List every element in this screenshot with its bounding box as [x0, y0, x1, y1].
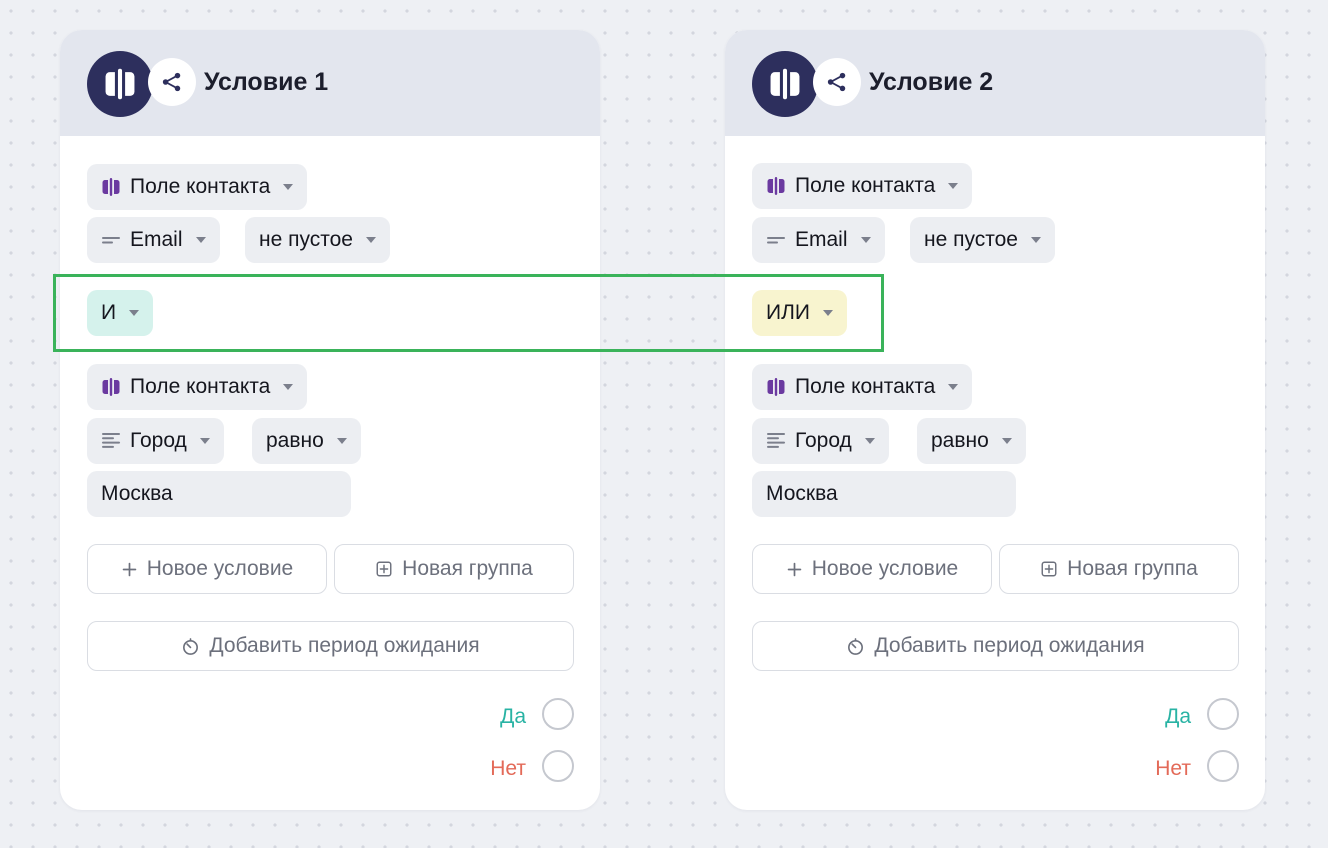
short-text-icon — [766, 230, 786, 250]
source-select[interactable]: Поле контакта — [87, 364, 308, 410]
field-select[interactable]: Город — [752, 418, 889, 464]
source-label: Поле контакта — [795, 174, 936, 197]
add-wait-label: Добавить период ожидания — [209, 634, 480, 657]
share-branch-icon — [148, 58, 196, 106]
chevron-down-icon — [1001, 438, 1012, 444]
chevron-down-icon — [822, 310, 833, 316]
plus-icon — [121, 561, 138, 578]
long-text-icon — [766, 431, 786, 451]
chevron-down-icon — [199, 438, 210, 444]
source-label: Поле контакта — [130, 375, 271, 398]
condition-node-card[interactable]: Условие 1 Поле контакта Email не пустое … — [60, 30, 600, 810]
add-wait-period-button[interactable]: Добавить период ожидания — [87, 621, 574, 671]
no-output-label: Нет — [1155, 757, 1191, 780]
new-condition-button[interactable]: Новое условие — [87, 544, 327, 594]
chevron-down-icon — [864, 438, 875, 444]
value-text: Москва — [766, 482, 838, 505]
card-header: Условие 1 — [60, 30, 600, 136]
operator-label: не пустое — [259, 228, 353, 251]
yes-output-label: Да — [500, 705, 526, 728]
yes-output-port[interactable] — [542, 698, 574, 730]
source-select[interactable]: Поле контакта — [87, 164, 308, 210]
new-group-label: Новая группа — [1067, 557, 1198, 580]
source-label: Поле контакта — [130, 175, 271, 198]
timer-icon — [181, 637, 200, 656]
value-input[interactable]: Москва — [752, 471, 1016, 517]
operator-select[interactable]: не пустое — [245, 217, 390, 263]
chevron-down-icon — [948, 384, 959, 390]
contact-field-icon — [101, 177, 121, 197]
chevron-down-icon — [283, 184, 294, 190]
no-output-port[interactable] — [542, 750, 574, 782]
contact-field-icon — [101, 377, 121, 397]
chevron-down-icon — [283, 384, 294, 390]
field-select[interactable]: Город — [87, 418, 224, 464]
source-select[interactable]: Поле контакта — [752, 364, 973, 410]
contact-field-icon — [766, 176, 786, 196]
chevron-down-icon — [336, 438, 347, 444]
chevron-down-icon — [1031, 237, 1041, 243]
operator-label: равно — [931, 429, 989, 452]
chevron-down-icon — [195, 237, 206, 243]
node-title: Условие 2 — [869, 68, 994, 96]
new-condition-button[interactable]: Новое условие — [752, 544, 992, 594]
logic-label: ИЛИ — [766, 301, 810, 324]
new-group-button[interactable]: Новая группа — [999, 544, 1239, 594]
card-header: Условие 2 — [725, 30, 1265, 136]
chevron-down-icon — [129, 310, 140, 316]
logic-operator-select[interactable]: ИЛИ — [752, 290, 847, 336]
chevron-down-icon — [860, 237, 871, 243]
plus-square-icon — [1040, 560, 1058, 578]
source-label: Поле контакта — [795, 375, 936, 398]
field-label: Email — [795, 228, 848, 251]
source-select[interactable]: Поле контакта — [752, 163, 973, 209]
new-group-button[interactable]: Новая группа — [334, 544, 574, 594]
new-group-label: Новая группа — [402, 557, 533, 580]
field-label: Город — [130, 429, 187, 452]
value-text: Москва — [101, 482, 173, 505]
field-label: Город — [795, 429, 852, 452]
plus-square-icon — [375, 560, 393, 578]
operator-select[interactable]: равно — [917, 418, 1026, 464]
timer-icon — [846, 637, 865, 656]
operator-label: равно — [266, 429, 324, 452]
new-condition-label: Новое условие — [811, 557, 959, 580]
contact-field-icon — [766, 377, 786, 397]
yes-output-port[interactable] — [1207, 698, 1239, 730]
logic-operator-select[interactable]: И — [87, 290, 154, 336]
yes-output-label: Да — [1165, 705, 1191, 728]
operator-label: не пустое — [924, 228, 1018, 251]
short-text-icon — [101, 230, 121, 250]
chevron-down-icon — [948, 183, 959, 189]
plus-icon — [786, 561, 803, 578]
field-label: Email — [130, 228, 183, 251]
long-text-icon — [101, 431, 121, 451]
field-logo-icon — [87, 51, 153, 117]
chevron-down-icon — [366, 237, 376, 243]
share-branch-icon — [813, 58, 861, 106]
new-condition-label: Новое условие — [146, 557, 294, 580]
condition-node-card[interactable]: Условие 2 Поле контакта Email не пустое … — [725, 30, 1265, 810]
add-wait-period-button[interactable]: Добавить период ожидания — [752, 621, 1239, 671]
operator-select[interactable]: равно — [252, 418, 361, 464]
logic-label: И — [101, 301, 117, 324]
field-select[interactable]: Email — [752, 217, 885, 263]
node-title: Условие 1 — [204, 68, 329, 96]
value-input[interactable]: Москва — [87, 471, 351, 517]
add-wait-label: Добавить период ожидания — [874, 634, 1145, 657]
field-logo-icon — [752, 51, 818, 117]
no-output-label: Нет — [490, 757, 526, 780]
field-select[interactable]: Email — [87, 217, 220, 263]
no-output-port[interactable] — [1207, 750, 1239, 782]
operator-select[interactable]: не пустое — [910, 217, 1055, 263]
